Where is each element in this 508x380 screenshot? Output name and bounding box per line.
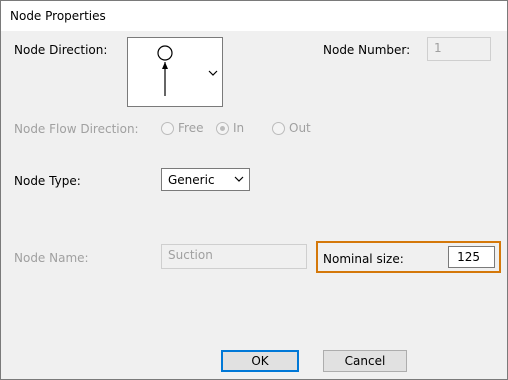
title-bar: Node Properties: [1, 1, 507, 31]
dialog-title: Node Properties: [10, 9, 106, 23]
node-number-label: Node Number:: [323, 43, 411, 57]
chevron-down-icon: [234, 176, 244, 182]
node-type-dropdown[interactable]: Generic: [161, 168, 250, 191]
nominal-size-field[interactable]: 125: [448, 246, 495, 268]
radio-out[interactable]: [272, 122, 285, 135]
radio-in[interactable]: [216, 122, 229, 135]
node-direction-picker[interactable]: [127, 37, 223, 107]
node-type-value: Generic: [168, 173, 215, 187]
chevron-down-icon: [208, 70, 218, 76]
node-name-label: Node Name:: [14, 251, 89, 265]
radio-free-label: Free: [178, 121, 204, 135]
ok-button[interactable]: OK: [221, 350, 299, 372]
radio-in-label: In: [233, 121, 245, 135]
node-number-field[interactable]: 1: [427, 37, 491, 61]
cancel-button[interactable]: Cancel: [323, 350, 407, 372]
node-name-field[interactable]: Suction: [161, 244, 307, 269]
radio-out-label: Out: [289, 121, 311, 135]
node-type-label: Node Type:: [14, 174, 81, 188]
node-properties-dialog: Node Properties Node Direction: Node Num…: [0, 0, 508, 380]
flow-direction-label: Node Flow Direction:: [14, 122, 139, 136]
node-arrow-up-icon: [157, 45, 218, 96]
nominal-size-label: Nominal size:: [323, 252, 404, 266]
node-direction-label: Node Direction:: [14, 43, 108, 57]
radio-free[interactable]: [161, 122, 174, 135]
